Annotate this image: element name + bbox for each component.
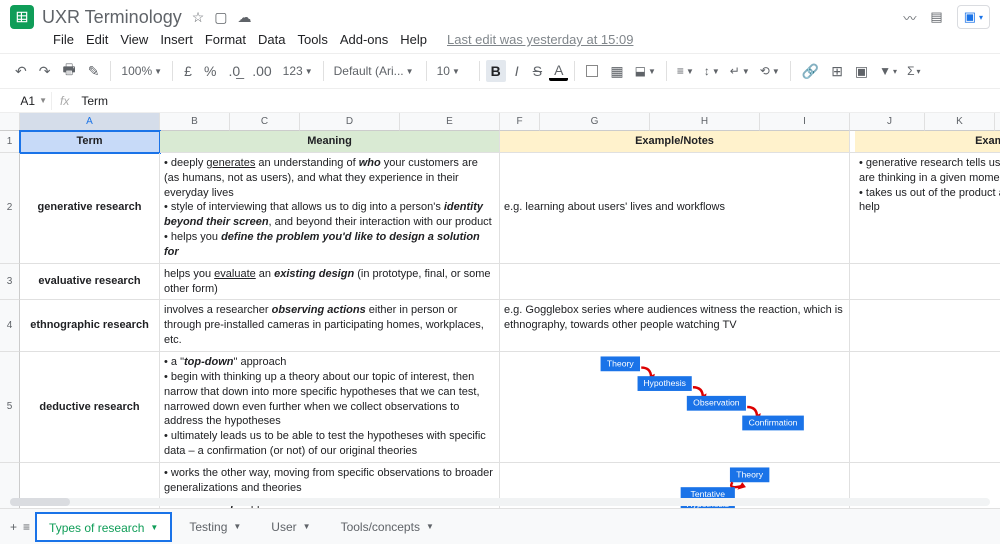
formula-input[interactable]: Term (77, 94, 1000, 108)
tab-tools-concepts[interactable]: Tools/concepts▼ (329, 514, 446, 540)
bold-button[interactable]: B (486, 60, 506, 82)
star-icon[interactable]: ☆ (192, 9, 205, 26)
row-2[interactable]: 2 (0, 153, 20, 264)
fx-icon: fx (52, 94, 77, 108)
currency-gbp-button[interactable]: £ (179, 60, 197, 82)
halign-button[interactable]: ≡▼ (673, 64, 698, 78)
svg-text:Hypothesis: Hypothesis (643, 378, 686, 388)
term-evaluative[interactable]: evaluative research (20, 264, 160, 301)
menu-view[interactable]: View (115, 30, 153, 49)
print-button[interactable]: 🖶 (57, 56, 80, 86)
svg-text:Theory: Theory (736, 469, 763, 479)
redo-button[interactable]: ↷ (34, 60, 56, 83)
comments-icon[interactable]: ▤ (930, 9, 942, 25)
functions-button[interactable]: Σ▾ (903, 64, 924, 78)
row-5[interactable]: 5 (0, 352, 20, 463)
col-L[interactable]: L (995, 113, 1000, 131)
col-K[interactable]: K (925, 113, 995, 131)
last-edit[interactable]: Last edit was yesterday at 15:09 (442, 30, 638, 49)
example-generative[interactable]: e.g. learning about users' lives and wor… (500, 153, 850, 264)
col-D[interactable]: D (300, 113, 400, 131)
merge-button[interactable]: ⬓▼ (631, 64, 660, 78)
col-C[interactable]: C (230, 113, 300, 131)
cloud-icon[interactable]: ☁ (238, 9, 252, 26)
tab-user[interactable]: User▼ (259, 514, 322, 540)
term-ethnographic[interactable]: ethnographic research (20, 300, 160, 352)
activity-icon[interactable]: 〰 (903, 8, 916, 27)
font-select[interactable]: Default (Ari...▼ (330, 64, 420, 78)
rotate-button[interactable]: ⟲▼ (756, 64, 784, 78)
doc-title[interactable]: UXR Terminology (42, 7, 182, 28)
decrease-decimal-button[interactable]: .0̲ (224, 60, 246, 82)
italic-button[interactable]: I (508, 60, 526, 82)
wrap-button[interactable]: ↵▼ (726, 64, 754, 78)
col-H[interactable]: H (650, 113, 760, 131)
header-example[interactable]: Example/Notes (500, 131, 850, 153)
menu-addons[interactable]: Add-ons (335, 30, 393, 49)
text-color-button[interactable]: A (549, 62, 568, 81)
row-3[interactable]: 3 (0, 264, 20, 301)
svg-text:Confirmation: Confirmation (749, 417, 798, 427)
header-example2[interactable]: Example/Notes (855, 131, 1000, 153)
meaning-generative[interactable]: • deeply generates an understanding of w… (160, 153, 500, 264)
col-G[interactable]: G (540, 113, 650, 131)
strike-button[interactable]: S (528, 60, 547, 82)
link-button[interactable]: 🔗 (797, 60, 824, 83)
term-generative[interactable]: generative research (20, 153, 160, 264)
more-formats[interactable]: 123▼ (279, 64, 317, 78)
select-all-corner[interactable] (0, 113, 20, 131)
menu-file[interactable]: File (48, 30, 79, 49)
col-A[interactable]: A (20, 113, 160, 131)
tab-types-of-research[interactable]: Types of research▼ (36, 513, 171, 541)
diagram-deductive: Theory Hypothesis Observation Confirmati… (500, 352, 850, 463)
term-deductive[interactable]: deductive research (20, 352, 160, 463)
share-button[interactable]: ▣▾ (957, 5, 990, 29)
horizontal-scrollbar[interactable] (10, 498, 990, 506)
menu-insert[interactable]: Insert (155, 30, 198, 49)
sheets-logo-icon[interactable] (10, 5, 34, 29)
undo-button[interactable]: ↶ (10, 60, 32, 83)
percent-button[interactable]: % (199, 60, 221, 82)
header-meaning[interactable]: Meaning (160, 131, 500, 153)
svg-text:Observation: Observation (693, 398, 740, 408)
comment-button[interactable]: ⊞ (826, 60, 848, 83)
increase-decimal-button[interactable]: .00 (247, 60, 276, 82)
add-sheet-button[interactable]: + (10, 520, 17, 534)
row-1[interactable]: 1 (0, 131, 20, 153)
menu-help[interactable]: Help (395, 30, 432, 49)
menu-tools[interactable]: Tools (292, 30, 332, 49)
name-box[interactable]: A1▼ (0, 92, 52, 110)
move-icon[interactable]: ▢ (214, 9, 227, 26)
fill-color-button[interactable] (581, 62, 603, 80)
menubar: File Edit View Insert Format Data Tools … (0, 28, 1000, 53)
chart-button[interactable]: ▣ (850, 60, 873, 83)
sheet-tabs-bar: + ≡ Types of research▼ Testing▼ User▼ To… (0, 508, 1000, 544)
row-4[interactable]: 4 (0, 300, 20, 352)
col-F[interactable]: F (500, 113, 540, 131)
menu-edit[interactable]: Edit (81, 30, 113, 49)
tab-testing[interactable]: Testing▼ (177, 514, 253, 540)
meaning-evaluative[interactable]: helps you evaluate an existing design (i… (160, 264, 500, 301)
menu-format[interactable]: Format (200, 30, 251, 49)
spreadsheet-grid[interactable]: A B C D E F G H I J K L 1 Term Meaning E… (0, 113, 1000, 513)
col-I[interactable]: I (760, 113, 850, 131)
borders-button[interactable]: ▦ (605, 60, 628, 83)
all-sheets-button[interactable]: ≡ (23, 520, 30, 534)
svg-text:Theory: Theory (607, 358, 634, 368)
cell-A1[interactable]: Term (20, 131, 160, 153)
col-E[interactable]: E (400, 113, 500, 131)
zoom-select[interactable]: 100%▼ (117, 64, 166, 78)
paint-format-button[interactable]: ✎ (83, 60, 105, 83)
meaning-deductive[interactable]: • a "top-down" approach • begin with thi… (160, 352, 500, 463)
example-ethnographic[interactable]: e.g. Gogglebox series where audiences wi… (500, 300, 850, 352)
col-J[interactable]: J (855, 113, 925, 131)
font-size-select[interactable]: 10▼ (433, 64, 473, 78)
valign-button[interactable]: ↕▼ (700, 64, 724, 78)
meaning-ethnographic[interactable]: involves a researcher observing actions … (160, 300, 500, 352)
col-B[interactable]: B (160, 113, 230, 131)
toolbar: ↶ ↷ 🖶 ✎ 100%▼ £ % .0̲ .00 123▼ Default (… (0, 53, 1000, 89)
filter-button[interactable]: ▼▾ (875, 64, 901, 78)
example2-generative[interactable]: • generative research tells us why peopl… (855, 153, 1000, 264)
menu-data[interactable]: Data (253, 30, 290, 49)
